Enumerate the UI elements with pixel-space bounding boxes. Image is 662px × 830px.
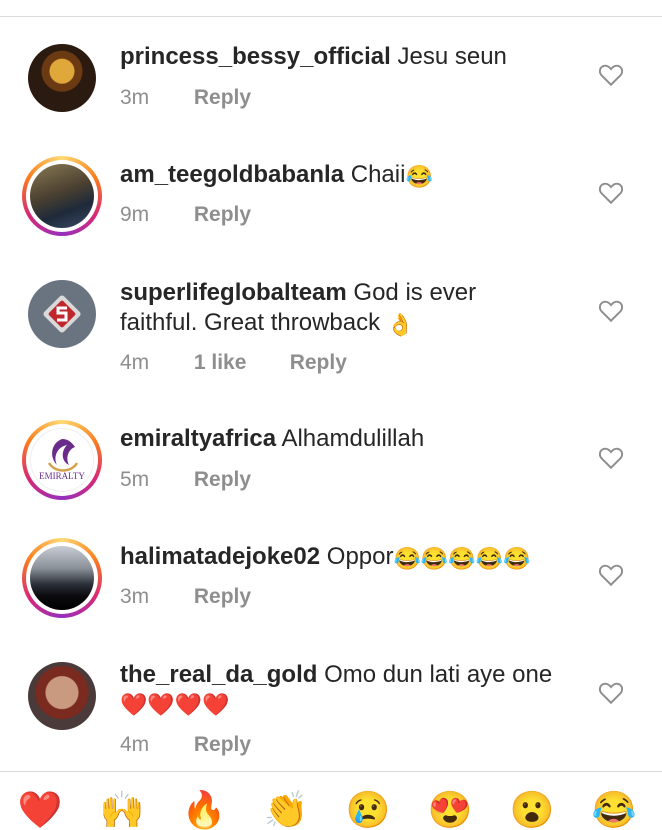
reaction-clap-button[interactable]: 👏 — [256, 790, 316, 830]
comment-username[interactable]: the_real_da_gold — [120, 661, 317, 688]
comment-time: 4m — [120, 351, 150, 374]
comment-body: Alhamdulillah — [281, 425, 425, 452]
reaction-raised-hands-button[interactable]: 🙌 — [92, 790, 152, 830]
comment-text: am_teegoldbabanla Chaii😂 — [120, 160, 560, 192]
reaction-crying-button[interactable]: 😢 — [338, 790, 398, 830]
reply-button[interactable]: Reply — [194, 732, 251, 758]
reaction-surprised-button[interactable]: 😮 — [502, 790, 562, 830]
avatar[interactable] — [22, 538, 102, 618]
comment-time: 5m — [120, 468, 150, 491]
red-heart-emoji: ❤️❤️❤️❤️ — [120, 692, 230, 717]
reply-button[interactable]: Reply — [290, 350, 347, 376]
comment-username[interactable]: superlifeglobalteam — [120, 279, 347, 306]
comment-meta: 3m Reply — [120, 584, 251, 610]
likes-count[interactable]: 1 like — [194, 350, 284, 376]
comment-username[interactable]: am_teegoldbabanla — [120, 161, 344, 188]
comment-meta: 5m Reply — [120, 467, 251, 493]
top-divider — [0, 0, 662, 17]
comment-username[interactable]: halimatadejoke02 — [120, 543, 320, 570]
heart-outline-icon[interactable] — [598, 63, 624, 87]
heart-outline-icon[interactable] — [598, 563, 624, 587]
avatar[interactable] — [28, 280, 96, 348]
heart-outline-icon[interactable] — [598, 299, 624, 323]
comment-body: Omo dun lati aye one — [324, 661, 553, 688]
reaction-heart-eyes-button[interactable]: 😍 — [420, 790, 480, 830]
comment-meta: 9m Reply — [120, 202, 251, 228]
emiralty-logo-text: EMIRALTY — [39, 471, 85, 481]
ok-hand-emoji: 👌 — [386, 312, 415, 337]
comment-text: emiraltyafrica Alhamdulillah — [120, 424, 560, 454]
avatar[interactable] — [22, 156, 102, 236]
reaction-laughing-button[interactable]: 😂 — [584, 790, 644, 830]
emiralty-logo-icon — [47, 439, 79, 472]
avatar[interactable] — [28, 44, 96, 112]
heart-outline-icon[interactable] — [598, 446, 624, 470]
laughing-emoji: 😂😂😂😂😂 — [393, 546, 531, 571]
quick-reaction-bar: ❤️ 🙌 🔥 👏 😢 😍 😮 😂 — [0, 771, 662, 830]
comment-time: 4m — [120, 733, 150, 756]
comment-meta: 4m Reply — [120, 732, 251, 758]
comment-meta: 3m Reply — [120, 85, 251, 111]
superlife-logo-icon — [43, 295, 81, 333]
comment-body: Oppor — [326, 543, 394, 570]
comment-body: Jesu seun — [397, 43, 507, 70]
comment-text: halimatadejoke02 Oppor😂😂😂😂😂 — [120, 542, 560, 574]
comment-time: 3m — [120, 585, 150, 608]
comment-body: Chaii — [350, 161, 406, 188]
avatar[interactable]: EMIRALTY — [22, 420, 102, 500]
comment-text: princess_bessy_official Jesu seun — [120, 42, 560, 72]
reply-button[interactable]: Reply — [194, 584, 251, 610]
avatar[interactable] — [28, 662, 96, 730]
reply-button[interactable]: Reply — [194, 202, 251, 228]
reply-button[interactable]: Reply — [194, 467, 251, 493]
heart-outline-icon[interactable] — [598, 681, 624, 705]
comment-meta: 4m 1 like Reply — [120, 350, 347, 376]
comment-time: 3m — [120, 86, 150, 109]
reply-button[interactable]: Reply — [194, 85, 251, 111]
comment-time: 9m — [120, 203, 150, 226]
reaction-heart-button[interactable]: ❤️ — [10, 790, 70, 830]
heart-outline-icon[interactable] — [598, 181, 624, 205]
comment-text: the_real_da_gold Omo dun lati aye one ❤️… — [120, 660, 570, 720]
comment-text: superlifeglobalteam God is ever faithful… — [120, 278, 540, 340]
reaction-fire-button[interactable]: 🔥 — [174, 790, 234, 830]
comment-username[interactable]: emiraltyafrica — [120, 425, 276, 452]
laughing-emoji: 😂 — [405, 164, 433, 189]
comment-username[interactable]: princess_bessy_official — [120, 43, 391, 70]
